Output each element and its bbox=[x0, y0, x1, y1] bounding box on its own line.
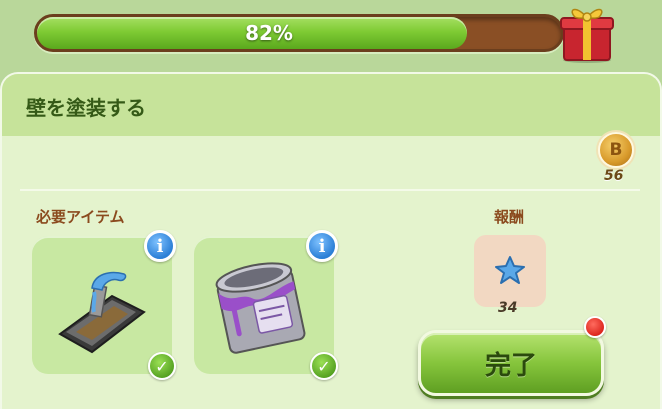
coin-icon: B bbox=[598, 132, 634, 168]
coin-value: 56 bbox=[604, 168, 624, 184]
panel-header: 壁を塗装する bbox=[2, 74, 660, 136]
reward-value: 34 bbox=[498, 300, 518, 316]
reward-item bbox=[474, 235, 546, 307]
reward-label: 報酬 bbox=[494, 208, 525, 226]
required-items-label: 必要アイテム bbox=[36, 208, 125, 226]
item-check-icon-1: ✓ bbox=[148, 352, 176, 380]
progress-percent: 82% bbox=[245, 21, 293, 45]
item-check-icon-2: ✓ bbox=[310, 352, 338, 380]
panel-title: 壁を塗装する bbox=[26, 96, 146, 120]
gift-box-icon[interactable] bbox=[556, 2, 618, 64]
item-info-button-2[interactable]: i bbox=[306, 230, 338, 262]
progress-bar: 82% bbox=[34, 14, 564, 52]
notification-dot bbox=[584, 316, 606, 338]
coin-reward: B 56 bbox=[592, 132, 642, 188]
divider bbox=[20, 189, 640, 191]
item-info-button-1[interactable]: i bbox=[144, 230, 176, 262]
item-card-trowel[interactable]: i ✓ bbox=[32, 230, 176, 380]
complete-button[interactable]: 完了 bbox=[418, 330, 604, 396]
item-card-paint-can[interactable]: i ✓ bbox=[194, 230, 338, 380]
star-icon bbox=[495, 256, 525, 284]
